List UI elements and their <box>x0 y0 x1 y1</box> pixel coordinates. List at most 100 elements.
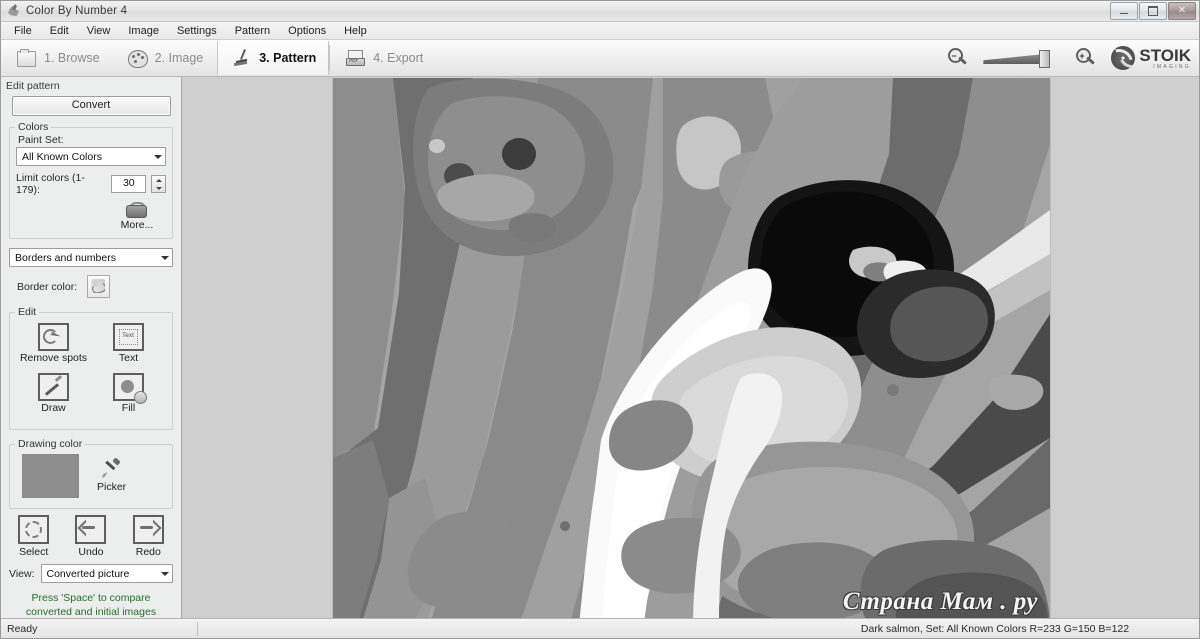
tool-text[interactable]: Text <box>91 323 166 365</box>
paint-can-icon <box>124 202 150 218</box>
limit-colors-stepper[interactable] <box>151 175 166 193</box>
image-workspace[interactable]: Страна Мам . ру <box>182 77 1199 618</box>
tool-text-label: Text <box>118 352 139 364</box>
tool-draw-label: Draw <box>41 401 66 414</box>
borders-and-numbers-dropdown[interactable]: Borders and numbers <box>9 248 173 267</box>
wizard-tab-bar: 1. Browse 2. Image 3. Pattern 4. Export … <box>1 40 1199 77</box>
panel-title: Edit pattern <box>6 80 60 92</box>
tab-browse[interactable]: 1. Browse <box>3 41 112 75</box>
close-button[interactable]: ✕ <box>1168 2 1196 20</box>
folder-icon <box>15 48 37 68</box>
draw-icon <box>38 372 69 401</box>
drawing-color-swatch[interactable] <box>22 454 79 499</box>
application-window: Color By Number 4 ✕ File Edit View Image… <box>0 0 1200 639</box>
more-button[interactable]: More... <box>108 202 166 231</box>
status-ready-text: Ready <box>7 622 38 635</box>
tab-export[interactable]: 4. Export <box>332 41 435 75</box>
menu-item-edit[interactable]: Edit <box>41 24 78 38</box>
convert-button[interactable]: Convert <box>11 96 171 116</box>
fill-icon <box>113 372 147 404</box>
menu-item-image[interactable]: Image <box>119 24 168 38</box>
tab-image-label: 2. Image <box>154 51 204 65</box>
text-icon <box>113 323 144 351</box>
posterized-pattern-image <box>333 78 1050 618</box>
tab-separator <box>329 45 331 71</box>
chevron-down-icon <box>161 255 169 260</box>
view-row: View: Converted picture <box>9 564 173 584</box>
tab-pattern[interactable]: 3. Pattern <box>217 41 330 75</box>
limit-colors-input[interactable]: 30 <box>111 175 147 193</box>
redo-button[interactable]: Redo <box>125 515 171 558</box>
tab-browse-label: 1. Browse <box>44 51 100 65</box>
borders-dropdown-value: Borders and numbers <box>15 251 116 264</box>
pattern-canvas[interactable]: Страна Мам . ру <box>332 78 1051 618</box>
tab-image[interactable]: 2. Image <box>114 41 216 75</box>
view-label: View: <box>9 567 35 580</box>
zoom-out-icon[interactable]: − <box>947 47 969 69</box>
menu-bar: File Edit View Image Settings Pattern Op… <box>1 22 1199 40</box>
tool-fill[interactable]: Fill <box>91 372 166 415</box>
more-label: More... <box>120 219 154 231</box>
stoik-logo: STOIK IMAGING <box>1111 46 1191 70</box>
menu-item-pattern[interactable]: Pattern <box>226 24 279 38</box>
remove-spots-icon <box>38 323 69 351</box>
top-right-toolbar: − + STOIK IMAGING <box>947 40 1199 76</box>
window-title: Color By Number 4 <box>26 5 128 17</box>
paint-set-label: Paint Set: <box>18 134 64 146</box>
stoik-wordmark: STOIK <box>1139 45 1191 65</box>
picker-label: Picker <box>97 481 127 494</box>
border-color-row: Border color: <box>9 275 173 298</box>
tool-remove-spots-label: Remove spots <box>19 352 88 364</box>
chevron-down-icon <box>161 571 169 576</box>
stoik-subtitle: IMAGING <box>1153 63 1191 70</box>
zoom-in-icon[interactable]: + <box>1075 47 1097 69</box>
minimize-button[interactable] <box>1110 2 1138 20</box>
undo-button[interactable]: Undo <box>68 515 114 558</box>
edit-tools-group: Edit Remove spots Text Draw <box>9 306 173 431</box>
colors-group-legend: Colors <box>15 121 52 133</box>
view-dropdown[interactable]: Converted picture <box>40 564 173 584</box>
border-color-button[interactable] <box>87 275 111 298</box>
view-dropdown-value: Converted picture <box>46 567 130 580</box>
colors-group: Colors Paint Set: All Known Colors Limit… <box>9 121 173 239</box>
window-controls: ✕ <box>1110 2 1196 20</box>
close-icon: ✕ <box>1177 5 1187 16</box>
title-bar: Color By Number 4 ✕ <box>1 1 1199 22</box>
menu-item-settings[interactable]: Settings <box>168 24 226 38</box>
watermark: Страна Мам . ру <box>842 588 1038 615</box>
picker-button[interactable]: Picker <box>97 457 127 494</box>
edit-tool-grid: Remove spots Text Draw Fill <box>16 323 166 422</box>
compare-hint: Press 'Space' to compare converted and i… <box>25 592 157 619</box>
paint-set-dropdown[interactable]: All Known Colors <box>16 147 166 166</box>
status-separator <box>197 621 198 636</box>
menu-item-file[interactable]: File <box>5 24 41 38</box>
maximize-button[interactable] <box>1139 2 1167 20</box>
menu-item-options[interactable]: Options <box>279 24 335 38</box>
zoom-slider[interactable] <box>983 48 1061 68</box>
limit-colors-label: Limit colors (1-179): <box>16 172 85 196</box>
menu-item-view[interactable]: View <box>78 24 120 38</box>
drawing-color-group: Drawing color Picker <box>9 438 173 510</box>
brush-icon <box>230 48 252 68</box>
main-body: Edit pattern Convert Colors Paint Set: A… <box>1 77 1199 618</box>
app-icon <box>7 4 21 18</box>
status-bar: Ready Dark salmon, Set: All Known Colors… <box>1 618 1199 638</box>
tool-fill-label: Fill <box>121 401 136 414</box>
palette-icon <box>126 48 148 68</box>
menu-item-help[interactable]: Help <box>335 24 376 38</box>
chevron-down-icon <box>154 154 162 159</box>
undo-label: Undo <box>78 546 104 559</box>
eyedropper-icon <box>101 457 123 480</box>
undo-icon <box>75 515 107 545</box>
tool-remove-spots[interactable]: Remove spots <box>16 323 91 365</box>
tool-draw[interactable]: Draw <box>16 372 91 415</box>
drawing-color-legend: Drawing color <box>15 438 86 451</box>
border-color-swatch-icon <box>91 279 106 293</box>
border-color-label: Border color: <box>17 280 78 293</box>
select-button[interactable]: Select <box>11 515 57 558</box>
export-icon <box>344 48 366 68</box>
tab-pattern-label: 3. Pattern <box>259 51 317 65</box>
borders-section: Borders and numbers Border color: <box>9 248 173 298</box>
edit-group-legend: Edit <box>15 306 40 318</box>
limit-colors-row: Limit colors (1-179): 30 <box>16 172 166 196</box>
